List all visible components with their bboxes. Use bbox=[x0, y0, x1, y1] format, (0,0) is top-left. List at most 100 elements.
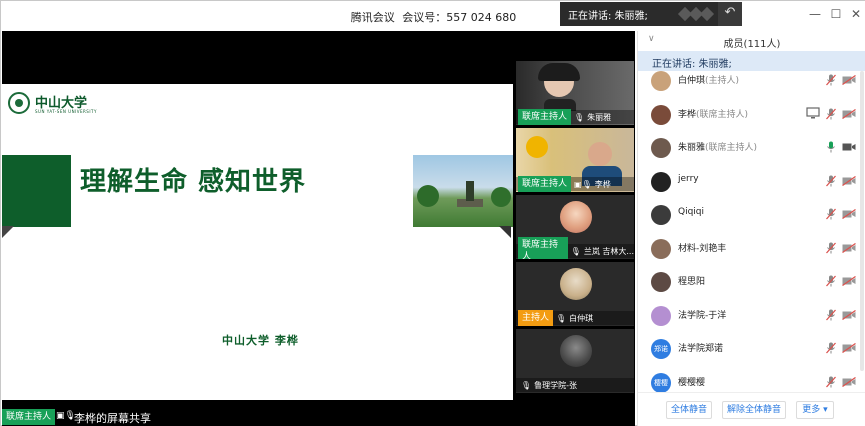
camera-off-icon[interactable] bbox=[842, 343, 856, 353]
tile-name: 白仲琪 bbox=[569, 313, 594, 323]
meeting-window: 腾讯会议 会议号：557 024 680 正在讲话: 朱丽雅; ↶ — ☐ ✕ … bbox=[0, 0, 865, 426]
member-name: jerry bbox=[678, 174, 699, 184]
member-row[interactable]: 郑诺 法学院郑诺 bbox=[638, 331, 865, 365]
green-block bbox=[2, 155, 71, 227]
member-name: 材料-刘艳丰 bbox=[678, 241, 726, 254]
mic-muted-icon[interactable] bbox=[826, 108, 836, 120]
member-name-text: 法学院郑诺 bbox=[678, 344, 724, 354]
mic-muted-icon[interactable] bbox=[826, 208, 836, 220]
share-text: 李桦的屏幕共享 bbox=[74, 412, 151, 425]
member-name: 樱樱樱 bbox=[678, 375, 705, 388]
member-avatar bbox=[651, 305, 671, 326]
member-name: 朱丽雅(联席主持人) bbox=[678, 140, 757, 153]
close-button[interactable]: ✕ bbox=[848, 7, 864, 21]
video-tile[interactable]: 联席主持人 ▣🎙 李桦 bbox=[516, 128, 634, 192]
camera-off-icon[interactable] bbox=[842, 376, 856, 387]
tile-name: 李桦 bbox=[594, 179, 611, 189]
member-role: (联席主持人) bbox=[696, 109, 749, 120]
participant-avatar bbox=[560, 335, 592, 367]
video-tile[interactable]: 🎙 鲁理学院-张 bbox=[516, 329, 634, 393]
mic-muted-icon[interactable] bbox=[826, 74, 836, 86]
member-count: 成员(111人) bbox=[723, 39, 781, 50]
meeting-id: 会议号：557 024 680 bbox=[402, 11, 517, 24]
member-name-text: 法学院-于洋 bbox=[678, 310, 727, 321]
camera-off-icon[interactable] bbox=[842, 175, 856, 186]
mic-muted-icon[interactable] bbox=[826, 175, 836, 187]
member-avatar bbox=[651, 138, 671, 158]
participant-face bbox=[588, 142, 612, 166]
mic-muted-icon[interactable] bbox=[826, 376, 836, 388]
maximize-button[interactable]: ☐ bbox=[828, 7, 844, 21]
mic-muted-icon: 🎙 bbox=[570, 246, 581, 256]
tile-role-tag: 主持人 bbox=[518, 310, 554, 326]
member-row[interactable]: 李桦(联席主持人) bbox=[638, 97, 865, 131]
more-button[interactable]: 更多 ▾ bbox=[796, 401, 834, 419]
app-name: 腾讯会议 bbox=[350, 11, 395, 24]
campus-photo bbox=[413, 155, 513, 227]
member-avatar bbox=[651, 205, 671, 225]
camera-off-icon[interactable] bbox=[842, 75, 856, 85]
member-row[interactable]: 朱丽雅(联席主持人) bbox=[638, 130, 865, 164]
unmute-all-button[interactable]: 解除全体静音 bbox=[722, 401, 786, 419]
signal-icon bbox=[677, 5, 715, 23]
camera-off-icon[interactable] bbox=[842, 309, 856, 320]
member-avatar bbox=[651, 104, 671, 125]
mic-muted-icon[interactable] bbox=[826, 275, 836, 287]
mic-muted-icon: 🎙 bbox=[521, 380, 532, 390]
participant-avatar bbox=[560, 268, 592, 300]
member-row[interactable]: 材料-刘艳丰 bbox=[638, 231, 865, 265]
screen-share-icon: ▣🎙 bbox=[574, 179, 592, 189]
video-tile[interactable]: 联席主持人 🎙 兰岚 吉林大... bbox=[516, 195, 634, 259]
member-row[interactable]: 法学院-于洋 bbox=[638, 298, 865, 332]
member-avatar bbox=[651, 71, 671, 91]
video-tile[interactable]: 主持人 🎙 白仲琪 bbox=[516, 262, 634, 326]
member-row[interactable]: jerry bbox=[638, 164, 865, 198]
minimize-button[interactable]: — bbox=[807, 7, 823, 21]
member-panel-header[interactable]: ∨ 成员(111人) bbox=[638, 31, 865, 51]
member-name: 李桦(联席主持人) bbox=[678, 107, 748, 120]
university-logo-icon bbox=[8, 92, 30, 114]
mic-icon: 🎙 bbox=[574, 112, 585, 122]
member-name-text: 李桦 bbox=[678, 109, 697, 120]
logo-subtext: SUN YAT-SEN UNIVERSITY bbox=[35, 109, 97, 114]
tile-name: 鲁理学院-张 bbox=[534, 380, 578, 390]
camera-off-icon[interactable] bbox=[842, 242, 856, 253]
mic-muted-icon[interactable] bbox=[826, 342, 836, 354]
member-row[interactable]: 白仲琪(主持人) bbox=[638, 71, 865, 97]
member-panel: ∨ 成员(111人) 正在讲话: 朱丽雅; 白仲琪(主持人) 李桦(联席主持人) 朱… bbox=[637, 31, 865, 426]
member-panel-footer: 全体静音 解除全体静音 更多 ▾ bbox=[638, 392, 865, 426]
speaking-toast-text: 正在讲话: 朱丽雅; bbox=[568, 11, 648, 22]
mic-muted-icon[interactable] bbox=[826, 242, 836, 254]
member-row[interactable]: 樱樱 樱樱樱 bbox=[638, 365, 865, 392]
member-name-text: jerry bbox=[678, 173, 699, 184]
member-name: 法学院郑诺 bbox=[678, 341, 723, 354]
member-list-scrollbar[interactable] bbox=[860, 71, 864, 371]
member-name-text: 程思阳 bbox=[678, 277, 706, 287]
tile-role-tag: 联席主持人 bbox=[518, 176, 572, 192]
member-name-text: 樱樱樱 bbox=[678, 377, 706, 388]
member-name: 白仲琪(主持人) bbox=[678, 73, 739, 86]
mute-all-button[interactable]: 全体静音 bbox=[666, 401, 712, 419]
back-icon[interactable]: ↶ bbox=[718, 2, 742, 26]
camera-icon[interactable] bbox=[842, 142, 856, 152]
main-stage: 中山大学 SUN YAT-SEN UNIVERSITY 理解生命 感知世界 中山… bbox=[2, 31, 635, 426]
chevron-down-icon[interactable]: ∨ bbox=[648, 34, 655, 44]
speaking-toast: 正在讲话: 朱丽雅; ↶ bbox=[560, 2, 742, 26]
member-name-text: 白仲琪 bbox=[678, 76, 706, 86]
member-row[interactable]: 程思阳 bbox=[638, 264, 865, 298]
member-row[interactable]: Qiqiqi bbox=[638, 197, 865, 231]
camera-off-icon[interactable] bbox=[842, 276, 856, 286]
share-role-tag: 联席主持人 bbox=[2, 409, 56, 425]
video-tile[interactable]: 联席主持人 🎙 朱丽雅 bbox=[516, 61, 634, 125]
member-avatar bbox=[651, 238, 671, 259]
tile-role-tag: 联席主持人 bbox=[518, 109, 572, 125]
slide-corner-right bbox=[499, 226, 511, 238]
mic-muted-icon[interactable] bbox=[826, 309, 836, 321]
shared-slide: 中山大学 SUN YAT-SEN UNIVERSITY 理解生命 感知世界 中山… bbox=[2, 84, 513, 400]
member-name-text: 材料-刘艳丰 bbox=[678, 243, 727, 254]
member-name-text: Qiqiqi bbox=[678, 207, 705, 217]
camera-off-icon[interactable] bbox=[842, 108, 856, 119]
mic-muted-icon: 🎙 bbox=[556, 313, 567, 323]
camera-off-icon[interactable] bbox=[842, 209, 856, 219]
mic-icon[interactable] bbox=[826, 141, 836, 153]
